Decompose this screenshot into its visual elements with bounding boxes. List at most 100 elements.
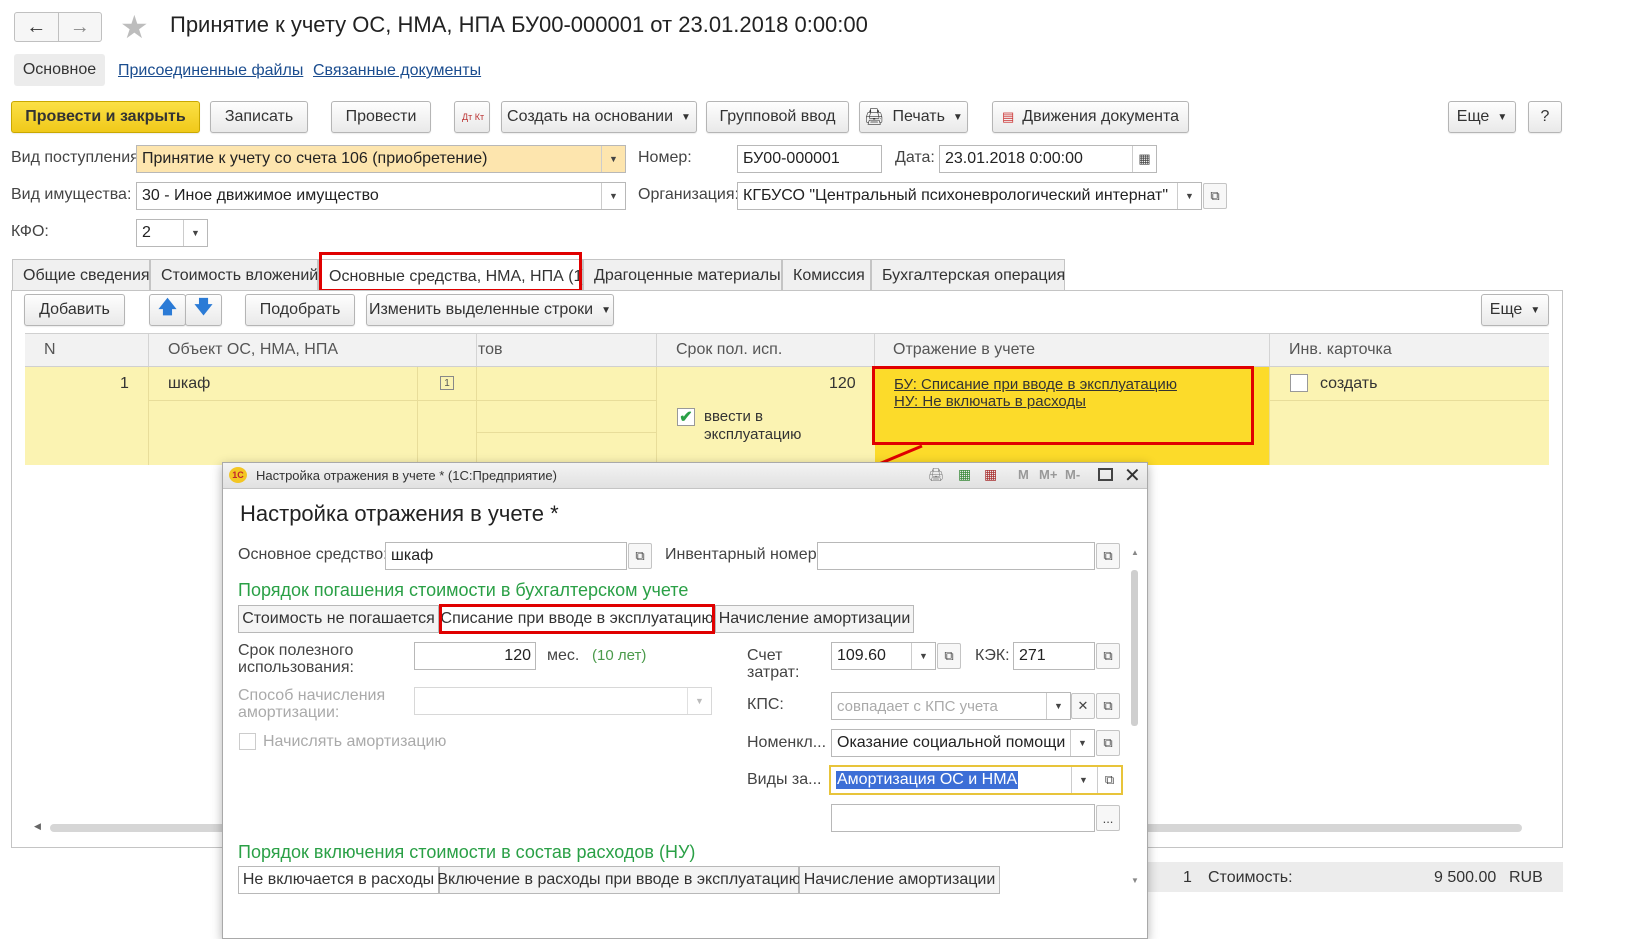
calendar-icon[interactable]: ▦ <box>1132 146 1156 172</box>
chevron-down-icon[interactable]: ▼ <box>911 643 935 669</box>
property-type-field[interactable]: 30 - Иное движимое имущество ▼ <box>136 182 626 210</box>
chevron-down-icon[interactable]: ▼ <box>601 146 625 172</box>
tab-general[interactable]: Общие сведения <box>12 259 150 291</box>
org-field[interactable]: КГБУСО "Центральный психоневрологический… <box>737 182 1202 210</box>
bu-option-highlight-box <box>439 604 715 634</box>
nu-option-not-included[interactable]: Не включается в расходы <box>238 866 439 894</box>
open-org-icon[interactable]: ⧉ <box>1203 183 1227 209</box>
months-label: мес. <box>547 647 580 664</box>
open-nomen-icon[interactable]: ⧉ <box>1096 730 1120 756</box>
maximize-icon[interactable] <box>1098 468 1113 481</box>
add-button[interactable]: Добавить <box>24 294 125 326</box>
tab-commission[interactable]: Комиссия <box>782 259 871 291</box>
inv-field[interactable] <box>817 542 1095 570</box>
kfo-field[interactable]: 2 ▼ <box>136 219 208 247</box>
col-n[interactable]: N <box>44 334 56 366</box>
kps-field[interactable]: совпадает с КПС учета ▼ <box>831 692 1071 720</box>
help-button[interactable]: ? <box>1528 101 1562 133</box>
receipt-type-field[interactable]: Принятие к учету со счета 106 (приобрете… <box>136 145 626 173</box>
extra-button[interactable]: ... <box>1096 805 1120 831</box>
number-field[interactable]: БУ00-000001 <box>737 145 882 173</box>
account-field[interactable]: 109.60 ▼ <box>831 642 936 670</box>
types-field[interactable]: Амортизация ОС и НМА ▼ ⧉ <box>829 765 1123 795</box>
chevron-down-icon[interactable]: ▼ <box>1046 693 1070 719</box>
nomen-field[interactable]: Оказание социальной помощи про ▼ <box>831 729 1095 757</box>
useful-life-field[interactable]: 120 <box>414 642 536 670</box>
print-button[interactable]: 🖨 Печать ▼ <box>859 101 968 133</box>
open-kek-icon[interactable]: ⧉ <box>1096 643 1120 669</box>
scroll-up-icon[interactable]: ▲ <box>1131 548 1139 557</box>
asset-field[interactable]: шкаф <box>385 542 627 570</box>
date-field[interactable]: 23.01.2018 0:00:00 ▦ <box>939 145 1157 173</box>
group-input-button[interactable]: Групповой ввод <box>706 101 849 133</box>
row-divider <box>148 367 149 465</box>
calculator-icon[interactable]: ▦ <box>958 466 971 483</box>
open-types-icon[interactable]: ⧉ <box>1097 767 1121 793</box>
kek-field[interactable]: 271 <box>1013 642 1095 670</box>
chevron-down-icon[interactable]: ▼ <box>1177 183 1201 209</box>
close-icon[interactable]: ✕ <box>1124 463 1141 488</box>
movements-button[interactable]: ▤ Движения документа <box>992 101 1189 133</box>
memory-minus-icon[interactable]: M- <box>1065 467 1080 482</box>
open-asset-icon[interactable]: ⧉ <box>628 543 652 569</box>
memory-m-icon[interactable]: M <box>1018 467 1029 482</box>
back-arrow-icon[interactable]: ← <box>15 13 59 41</box>
tab-accounting-operation[interactable]: Бухгалтерская операция <box>871 259 1065 291</box>
dtkt-button[interactable]: Дт Кт <box>454 101 490 133</box>
change-rows-button[interactable]: Изменить выделенные строки ▼ <box>366 294 614 326</box>
extra-field[interactable] <box>831 804 1095 832</box>
col-reflection[interactable]: Отражение в учете <box>893 334 1035 366</box>
chevron-down-icon: ▼ <box>1497 111 1508 123</box>
nav-tab-main[interactable]: Основное <box>14 54 105 86</box>
calendar-icon[interactable]: ▦ <box>984 466 997 483</box>
tab-investment-cost[interactable]: Стоимость вложений <box>150 259 318 291</box>
col-object[interactable]: Объект ОС, НМА, НПА <box>168 334 338 366</box>
col-term[interactable]: Срок пол. исп. <box>676 334 782 366</box>
col-card[interactable]: Инв. карточка <box>1289 334 1392 366</box>
chevron-down-icon[interactable]: ▼ <box>1070 730 1094 756</box>
save-button[interactable]: Записать <box>210 101 308 133</box>
commission-checkbox[interactable]: ✔ <box>677 408 695 426</box>
move-down-button[interactable]: 🡇 <box>185 294 222 326</box>
nav-tab-attached-files[interactable]: Присоединенные файлы <box>118 62 303 80</box>
nu-option-on-commission[interactable]: Включение в расходы при вводе в эксплуат… <box>437 866 801 894</box>
scroll-down-icon[interactable]: ▼ <box>1131 876 1139 885</box>
org-label: Организация: <box>638 186 739 203</box>
tab-precious-materials[interactable]: Драгоценные материалы <box>583 259 782 291</box>
card-checkbox[interactable] <box>1290 374 1308 392</box>
property-type-value: 30 - Иное движимое имущество <box>142 187 379 204</box>
open-kps-icon[interactable]: ⧉ <box>1096 693 1120 719</box>
open-account-icon[interactable]: ⧉ <box>937 643 961 669</box>
printer-icon: 🖨 <box>864 109 885 126</box>
print-icon[interactable]: 🖨 <box>928 467 945 483</box>
method-field: ▼ <box>414 687 712 715</box>
bu-option-not-repaid[interactable]: Стоимость не погашается <box>238 605 439 633</box>
memory-plus-icon[interactable]: M+ <box>1039 467 1057 482</box>
nav-tab-linked-docs[interactable]: Связанные документы <box>313 62 481 80</box>
kps-label: КПС: <box>747 696 784 713</box>
chevron-down-icon[interactable]: ▼ <box>601 183 625 209</box>
clear-kps-icon[interactable]: ✕ <box>1071 693 1095 719</box>
chevron-down-icon[interactable]: ▼ <box>183 220 207 246</box>
chevron-down-icon: ▼ <box>681 111 691 123</box>
post-and-close-button[interactable]: Провести и закрыть <box>11 101 200 133</box>
table-more-button[interactable]: Еще ▼ <box>1481 294 1549 326</box>
move-up-button[interactable]: 🡅 <box>149 294 186 326</box>
col-partial[interactable]: тов <box>478 334 503 366</box>
open-inv-icon[interactable]: ⧉ <box>1096 543 1120 569</box>
pick-button[interactable]: Подобрать <box>245 294 355 326</box>
bu-option-amortization[interactable]: Начисление амортизации <box>715 605 914 633</box>
create-based-button[interactable]: Создать на основании ▼ <box>501 101 697 133</box>
number-label: Номер: <box>638 149 692 166</box>
chevron-down-icon[interactable]: ▼ <box>1071 767 1095 793</box>
forward-arrow-icon[interactable]: → <box>59 13 102 41</box>
post-button[interactable]: Провести <box>331 101 431 133</box>
dialog-v-scrollbar[interactable] <box>1131 570 1138 726</box>
footer-currency: RUB <box>1509 869 1543 886</box>
qty-box-icon[interactable]: 1 <box>440 376 454 390</box>
more-button[interactable]: Еще ▼ <box>1448 101 1516 133</box>
asset-label: Основное средство: <box>238 546 388 563</box>
scroll-left-icon[interactable]: ◀ <box>34 821 41 832</box>
favorite-star-icon[interactable]: ★ <box>120 8 149 46</box>
nu-option-amortization[interactable]: Начисление амортизации <box>799 866 1000 894</box>
